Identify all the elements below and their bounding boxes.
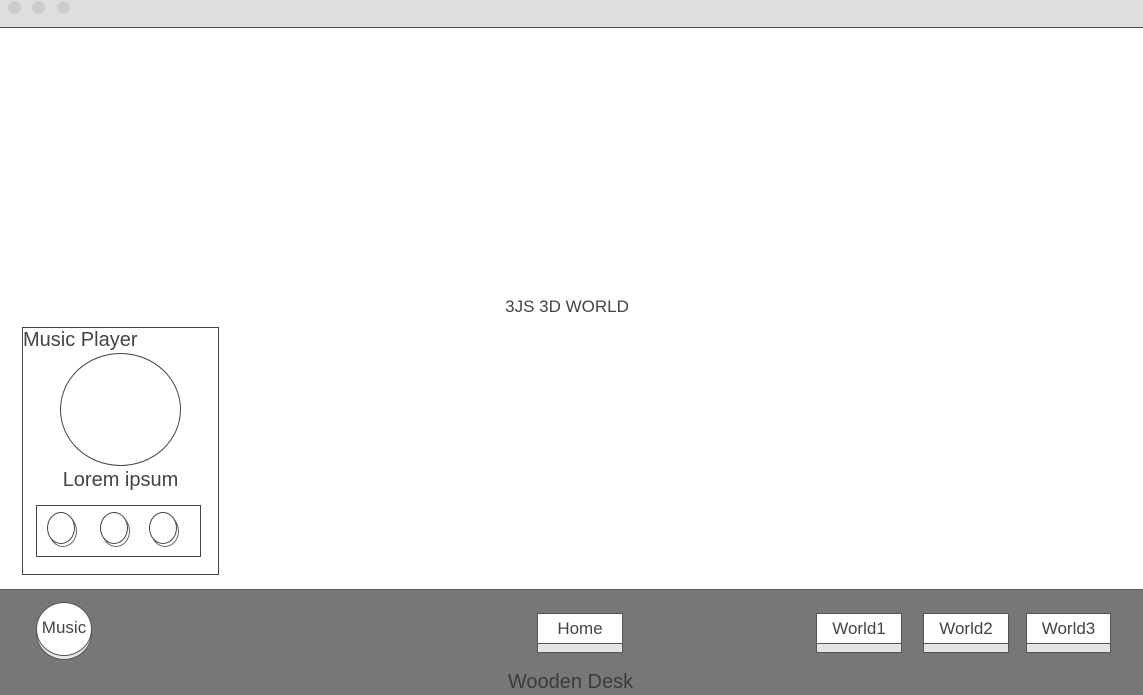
world1-button[interactable]: World1 [816,613,902,653]
window-minimize-dot[interactable] [32,1,45,14]
home-button[interactable]: Home [537,613,623,653]
window-maximize-dot[interactable] [57,1,70,14]
next-button[interactable] [149,512,177,544]
play-button[interactable] [100,512,128,544]
world3-button[interactable]: World3 [1026,613,1111,653]
track-title: Lorem ipsum [62,469,179,491]
playback-controls [36,505,201,557]
window-close-dot[interactable] [8,1,21,14]
window-titlebar [0,0,1143,28]
desk-label: Wooden Desk [507,671,634,693]
music-button[interactable]: Music [36,602,92,656]
world2-button[interactable]: World2 [923,613,1009,653]
album-art-circle [60,353,181,466]
scene-label: 3JS 3D WORLD [505,297,629,316]
music-player-panel: Music Player Lorem ipsum [22,327,219,575]
music-player-title: Music Player [23,329,138,351]
bottom-desk-bar: Music Home World1 World2 World3 Wooden D… [0,589,1143,695]
previous-button[interactable] [47,512,75,544]
